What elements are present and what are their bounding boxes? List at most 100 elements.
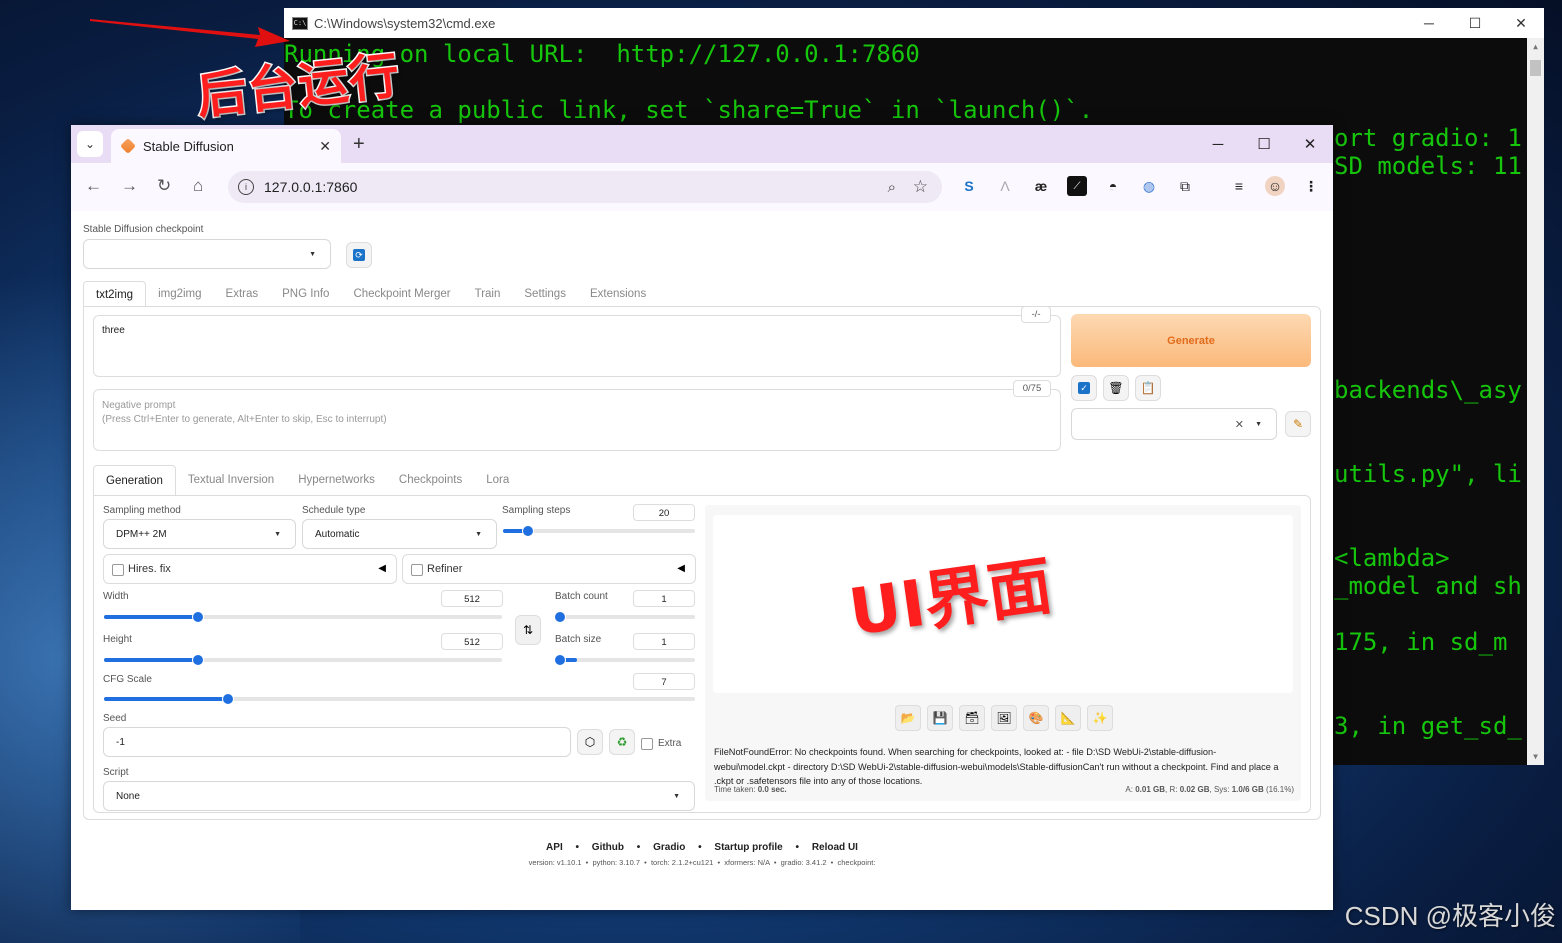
extension-ae-icon[interactable]: æ: [1031, 176, 1051, 196]
tab-lora[interactable]: Lora: [474, 465, 521, 495]
new-tab-icon[interactable]: +: [353, 133, 365, 156]
zip-button[interactable]: 🗃: [959, 705, 985, 731]
width-slider[interactable]: [104, 611, 502, 623]
batch-size-input[interactable]: 1: [633, 633, 695, 650]
media-control-icon[interactable]: ≡: [1229, 176, 1249, 196]
footer-link-github[interactable]: Github: [592, 842, 624, 853]
collapse-triangle-icon[interactable]: ◀: [378, 563, 386, 574]
cmd-scrollbar[interactable]: ▲ ▼: [1527, 38, 1544, 765]
sampling-method-dropdown[interactable]: DPM++ 2M ▼: [103, 519, 296, 549]
cfg-scale-slider[interactable]: [104, 693, 695, 705]
send-to-extras-button[interactable]: 📐: [1055, 705, 1081, 731]
tab-generation[interactable]: Generation: [93, 465, 176, 497]
apply-styles-button[interactable]: 📋: [1135, 375, 1161, 401]
tab-extensions[interactable]: Extensions: [578, 281, 658, 307]
tab-img2img[interactable]: img2img: [146, 281, 213, 307]
tab-checkpoints[interactable]: Checkpoints: [387, 465, 474, 495]
browser-window[interactable]: ⌄ Stable Diffusion ✕ + ─ ☐ ✕ ← → ↻ ⌂ i 1…: [71, 125, 1333, 910]
clear-prompt-button[interactable]: 🗑: [1103, 375, 1129, 401]
forward-icon[interactable]: →: [121, 176, 138, 196]
hires-fix-accordion[interactable]: Hires. fix ◀: [103, 554, 397, 584]
refiner-accordion[interactable]: Refiner ◀: [402, 554, 696, 584]
sampling-steps-input[interactable]: 20: [633, 504, 695, 521]
home-icon[interactable]: ⌂: [193, 176, 203, 196]
cfg-scale-input[interactable]: 7: [633, 673, 695, 690]
read-params-button[interactable]: ✓: [1071, 375, 1097, 401]
slider-handle[interactable]: [191, 611, 204, 623]
prompt-textarea[interactable]: three: [93, 315, 1061, 377]
cmd-titlebar[interactable]: C:\ C:\Windows\system32\cmd.exe ─ ☐ ✕: [284, 8, 1544, 38]
menu-icon[interactable]: ⋮: [1301, 176, 1321, 196]
address-bar[interactable]: i 127.0.0.1:7860 ⌕ ☆: [228, 171, 942, 203]
footer-link-gradio[interactable]: Gradio: [653, 842, 685, 853]
tab-settings[interactable]: Settings: [512, 281, 578, 307]
site-info-icon[interactable]: i: [238, 179, 254, 195]
scroll-up-icon[interactable]: ▲: [1527, 38, 1544, 55]
extension-a-icon[interactable]: Λ: [995, 176, 1015, 196]
extension-glasses-icon[interactable]: ◓: [1103, 176, 1123, 196]
tab-txt2img[interactable]: txt2img: [83, 281, 147, 309]
generate-button[interactable]: Generate: [1071, 314, 1311, 367]
edit-styles-button[interactable]: ✎: [1285, 411, 1311, 437]
close-icon[interactable]: ✕: [1287, 125, 1333, 163]
tab-hypernetworks[interactable]: Hypernetworks: [286, 465, 387, 495]
slider-handle[interactable]: [191, 654, 204, 666]
save-button[interactable]: 💾: [927, 705, 953, 731]
swap-dimensions-button[interactable]: ⇅: [515, 615, 541, 645]
clear-x-icon[interactable]: ✕: [1235, 418, 1244, 431]
extension-chart-icon[interactable]: ⟋: [1067, 176, 1087, 196]
collapse-triangle-icon[interactable]: ◀: [677, 563, 685, 574]
styles-dropdown[interactable]: ✕ ▼: [1071, 408, 1277, 440]
maximize-icon[interactable]: ☐: [1241, 125, 1287, 163]
tab-textual-inversion[interactable]: Textual Inversion: [176, 465, 286, 495]
negative-prompt-textarea[interactable]: Negative prompt (Press Ctrl+Enter to gen…: [93, 389, 1061, 451]
hires-fix-checkbox[interactable]: [112, 564, 124, 576]
tab-search-icon[interactable]: ⌄: [77, 131, 103, 157]
browser-tab[interactable]: Stable Diffusion ✕: [111, 129, 341, 163]
tab-checkpoint-merger[interactable]: Checkpoint Merger: [341, 281, 462, 307]
bookmark-star-icon[interactable]: ☆: [913, 177, 928, 197]
minimize-icon[interactable]: ─: [1195, 125, 1241, 163]
refresh-checkpoint-button[interactable]: ⟳: [346, 242, 372, 268]
send-to-img2img-button[interactable]: 🖼: [991, 705, 1017, 731]
sampling-steps-slider[interactable]: [503, 525, 695, 537]
reuse-seed-button[interactable]: ♻: [609, 729, 635, 755]
close-icon[interactable]: ✕: [1498, 8, 1544, 38]
extensions-puzzle-icon[interactable]: ⧉: [1175, 176, 1195, 196]
footer-link-reload-ui[interactable]: Reload UI: [812, 842, 858, 853]
maximize-icon[interactable]: ☐: [1452, 8, 1498, 38]
extension-s-icon[interactable]: S: [959, 176, 979, 196]
send-to-inpaint-button[interactable]: 🎨: [1023, 705, 1049, 731]
open-folder-button[interactable]: 📂: [895, 705, 921, 731]
footer-link-api[interactable]: API: [546, 842, 563, 853]
profile-avatar[interactable]: ☺: [1265, 176, 1285, 196]
footer-link-startup-profile[interactable]: Startup profile: [714, 842, 782, 853]
reload-icon[interactable]: ↻: [157, 176, 171, 196]
seed-input[interactable]: -1: [103, 727, 571, 757]
scroll-thumb[interactable]: [1530, 60, 1541, 76]
close-tab-icon[interactable]: ✕: [319, 138, 331, 155]
slider-handle[interactable]: [554, 611, 566, 623]
script-dropdown[interactable]: None ▼: [103, 781, 695, 811]
slider-handle[interactable]: [222, 693, 235, 705]
slider-handle[interactable]: [554, 654, 566, 666]
checkpoint-dropdown[interactable]: ▼: [83, 239, 331, 269]
schedule-type-dropdown[interactable]: Automatic ▼: [302, 519, 497, 549]
upscale-button[interactable]: ✨: [1087, 705, 1113, 731]
height-input[interactable]: 512: [441, 633, 503, 650]
extra-seed-checkbox[interactable]: [641, 738, 653, 750]
zoom-icon[interactable]: ⌕: [888, 179, 896, 196]
extension-shield-icon[interactable]: ◍: [1139, 176, 1159, 196]
scroll-down-icon[interactable]: ▼: [1527, 748, 1544, 765]
batch-size-slider[interactable]: [554, 654, 695, 666]
height-slider[interactable]: [104, 654, 502, 666]
batch-count-input[interactable]: 1: [633, 590, 695, 607]
batch-count-slider[interactable]: [554, 611, 695, 623]
tab-train[interactable]: Train: [463, 281, 513, 307]
tab-png-info[interactable]: PNG Info: [270, 281, 341, 307]
slider-handle[interactable]: [521, 525, 534, 537]
random-seed-button[interactable]: ⬡: [577, 729, 603, 755]
back-icon[interactable]: ←: [85, 176, 102, 196]
width-input[interactable]: 512: [441, 590, 503, 607]
minimize-icon[interactable]: ─: [1406, 8, 1452, 38]
